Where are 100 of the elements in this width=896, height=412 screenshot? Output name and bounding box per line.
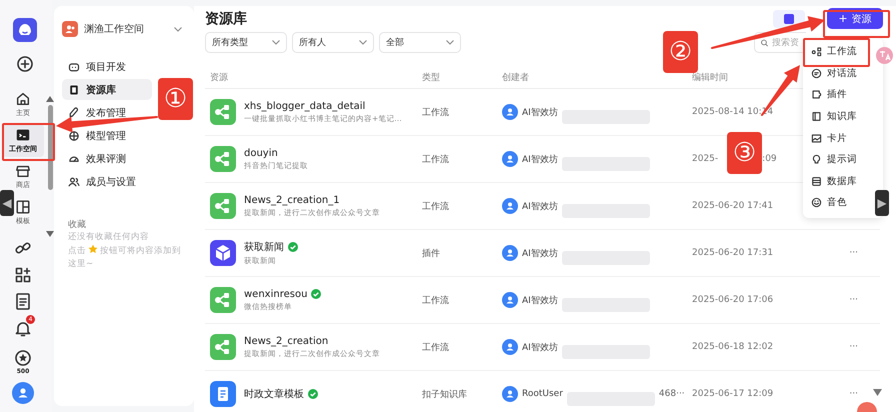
cube-icon: [210, 240, 236, 266]
filter-dropdown[interactable]: 所有人: [292, 32, 374, 53]
book-icon: [811, 111, 822, 122]
chevron-down-icon: [359, 40, 367, 45]
library-icon[interactable]: [68, 84, 80, 96]
create-resource-button[interactable]: + 资源: [827, 8, 883, 29]
hint-text: 按钮可将内容添加到: [100, 246, 181, 256]
step-number: ③: [727, 132, 762, 174]
more-button[interactable]: ···: [849, 342, 858, 352]
database-icon: [811, 176, 822, 187]
globe-icon[interactable]: [68, 130, 80, 142]
workflow-icon: [811, 46, 822, 58]
resource-name[interactable]: News_2_creation_1: [244, 194, 340, 206]
resource-name[interactable]: 时政文章模板: [244, 387, 304, 401]
home-icon[interactable]: [15, 91, 31, 107]
document-icon: [210, 381, 236, 407]
star-coin-icon[interactable]: [15, 350, 31, 366]
creator-name: RootUser: [522, 389, 563, 399]
workflow-icon: [210, 334, 236, 360]
table-cell-text: 插件: [421, 248, 441, 260]
resource-name[interactable]: 获取新闻: [244, 240, 284, 254]
highlight-frame: [823, 10, 890, 38]
filter-dropdown[interactable]: 所有类型: [205, 32, 287, 53]
column-header: 编辑时间: [692, 72, 728, 82]
resource-name[interactable]: douyin: [244, 148, 278, 158]
resource-name[interactable]: xhs_blogger_data_detail: [244, 100, 366, 112]
table-cell-text: 工作流: [421, 342, 450, 354]
grid-icon[interactable]: [15, 267, 31, 283]
nav-item[interactable]: 发布管理: [62, 102, 152, 123]
avatar-icon: [502, 198, 518, 214]
avatar-icon: [502, 292, 518, 308]
menu-item[interactable]: 工作流: [807, 41, 867, 63]
page-title: 资源库: [205, 10, 248, 28]
scrollbar[interactable]: [48, 105, 52, 190]
collapse-tab[interactable]: ▶: [875, 190, 889, 216]
nav-item[interactable]: 模型管理: [62, 125, 152, 146]
more-button[interactable]: ···: [849, 295, 858, 305]
avatar-icon: [502, 245, 518, 261]
table-cell: 2025-06-20 17:06: [692, 295, 774, 305]
avatar-icon: [502, 104, 518, 120]
empty-hint: 还没有收藏任何内容: [67, 231, 150, 244]
highlight-frame: [803, 38, 870, 67]
step-number: ②: [663, 31, 698, 73]
menu-item[interactable]: 知识库: [807, 106, 867, 128]
nav-item[interactable]: 资源库: [62, 79, 152, 100]
chevron-down-icon: [446, 40, 454, 45]
menu-item[interactable]: 音色: [807, 192, 867, 214]
chevron-down-icon: [272, 40, 280, 45]
section-title: 收藏: [67, 218, 87, 231]
image-icon: [811, 132, 822, 144]
more-button[interactable]: ···: [849, 389, 858, 399]
table-cell: 2025-06-17 12:09: [692, 389, 774, 399]
search-icon: [761, 38, 768, 48]
hint-text: 这里~: [67, 258, 94, 271]
resource-name[interactable]: wenxinresou: [244, 288, 308, 300]
app-logo-icon: [13, 18, 37, 42]
chevron-down-icon: [174, 26, 182, 32]
creator-name: AI智效坊: [522, 200, 558, 212]
table-cell-text: 工作流: [421, 294, 450, 306]
menu-item[interactable]: 提示词: [807, 148, 867, 171]
highlight-frame: [2, 123, 55, 161]
members-icon[interactable]: [68, 176, 80, 188]
nav-item[interactable]: 成员与设置: [62, 171, 152, 192]
table-cell: 2025-06-20 17:31: [692, 248, 774, 258]
workflow-icon: [210, 146, 236, 172]
nav-item[interactable]: 效果评测: [62, 148, 152, 169]
table-cell: 2025-06-18 12:02: [692, 342, 774, 352]
resource-name[interactable]: News_2_creation: [244, 336, 328, 346]
face-icon: [811, 197, 822, 208]
collapse-tab[interactable]: ◀: [0, 190, 14, 216]
menu-item[interactable]: 对话流: [807, 62, 867, 84]
filter-dropdown[interactable]: 全部: [379, 32, 461, 53]
creator-name: AI智效坊: [522, 106, 558, 118]
avatar-icon: [502, 151, 518, 167]
workspace-switcher[interactable]: 渊渔工作空间: [62, 20, 186, 38]
workflow-icon: [210, 99, 236, 125]
table-cell-text: 扣子知识库: [421, 388, 468, 400]
table-cell-text: 工作流: [421, 200, 450, 212]
table-cell-text: 工作流: [421, 154, 450, 166]
project-icon[interactable]: [68, 60, 80, 72]
store-icon[interactable]: [15, 163, 31, 179]
scroll-down-icon: [46, 231, 54, 237]
hint-text: 点击: [68, 246, 86, 256]
avatar-icon[interactable]: [12, 382, 34, 404]
nav-item[interactable]: 项目开发: [62, 56, 152, 77]
more-button[interactable]: ···: [849, 248, 858, 258]
document-icon[interactable]: [16, 293, 30, 310]
menu-item[interactable]: 数据库: [807, 170, 867, 192]
add-icon[interactable]: [17, 56, 33, 72]
team-icon: [62, 21, 78, 37]
column-header: 类型: [422, 72, 440, 82]
creator-name: AI智效坊: [522, 294, 558, 306]
bell-icon[interactable]: [15, 320, 31, 337]
menu-item[interactable]: 插件: [807, 84, 867, 106]
menu-item[interactable]: 卡片: [807, 127, 867, 149]
creator-name: AI智效坊: [522, 342, 558, 354]
creator-name: AI智效坊: [522, 248, 558, 260]
terminal-folder-icon[interactable]: [15, 127, 31, 143]
icon-button[interactable]: [773, 10, 805, 28]
step-number: ①: [158, 78, 193, 120]
